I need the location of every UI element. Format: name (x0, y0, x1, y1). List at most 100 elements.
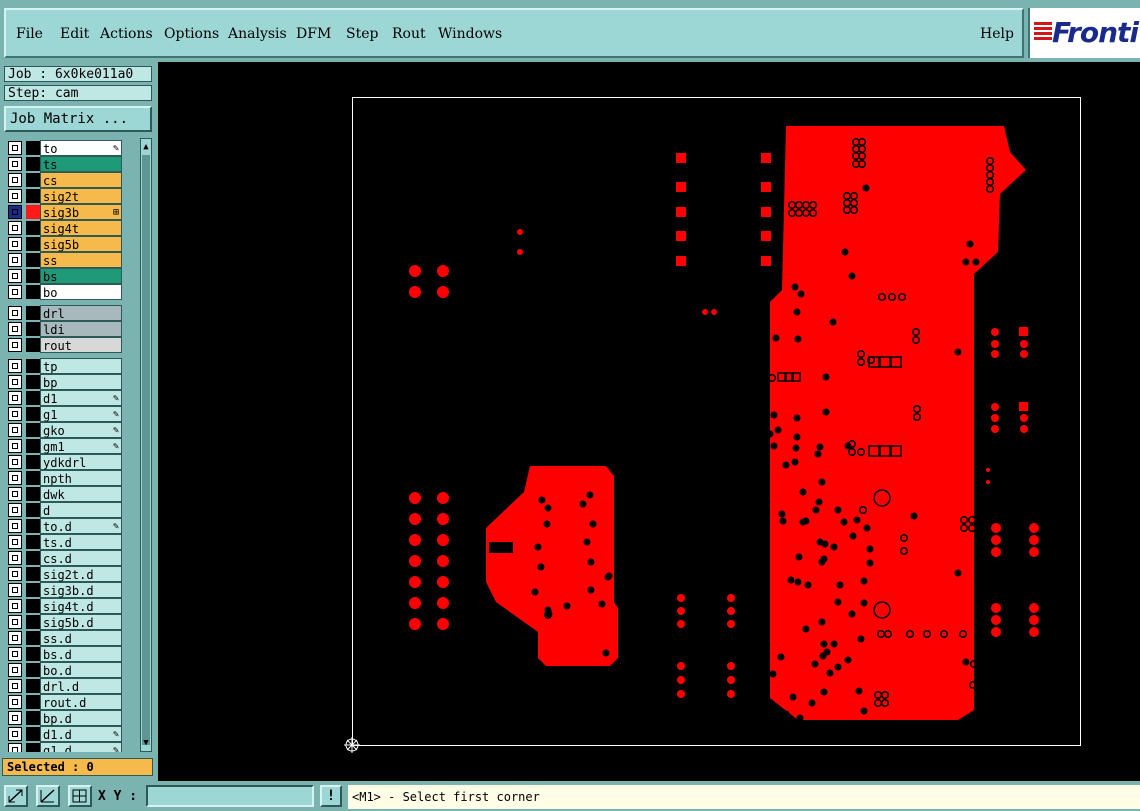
menu-help[interactable]: Help (980, 26, 1014, 42)
layer-row-to[interactable]: to ✎ (4, 140, 136, 156)
layer-row-drl-d[interactable]: drl.d (4, 678, 136, 694)
layer-checkbox[interactable] (8, 173, 22, 187)
layer-row-d[interactable]: d (4, 502, 136, 518)
layer-color-swatch[interactable] (26, 407, 40, 421)
layer-color-swatch[interactable] (26, 599, 40, 613)
layer-color-swatch[interactable] (26, 322, 40, 336)
layer-color-swatch[interactable] (26, 583, 40, 597)
scroll-down-icon[interactable]: ▼ (141, 737, 151, 749)
layer-color-swatch[interactable] (26, 253, 40, 267)
layer-checkbox[interactable] (8, 157, 22, 171)
layer-color-swatch[interactable] (26, 189, 40, 203)
layer-name[interactable]: ldi (40, 321, 122, 337)
layer-checkbox[interactable] (8, 487, 22, 501)
layer-color-swatch[interactable] (26, 487, 40, 501)
layer-checkbox[interactable] (8, 599, 22, 613)
layer-name[interactable]: sig3b.d (40, 582, 122, 598)
layer-color-swatch[interactable] (26, 173, 40, 187)
layer-row-gko[interactable]: gko ✎ (4, 422, 136, 438)
layer-name[interactable]: d1.d ✎ (40, 726, 122, 742)
layer-name[interactable]: npth (40, 470, 122, 486)
layer-name[interactable]: drl (40, 305, 122, 321)
layer-color-swatch[interactable] (26, 695, 40, 709)
layer-row-sig3b-d[interactable]: sig3b.d (4, 582, 136, 598)
layer-row-sig4t[interactable]: sig4t (4, 220, 136, 236)
layer-row-g1-d[interactable]: g1.d ✎ (4, 742, 136, 752)
menu-file[interactable]: File (16, 26, 43, 42)
layer-row-sig4t-d[interactable]: sig4t.d (4, 598, 136, 614)
layer-row-bs[interactable]: bs (4, 268, 136, 284)
layer-row-ydkdrl[interactable]: ydkdrl (4, 454, 136, 470)
board-view[interactable] (158, 62, 1140, 781)
xy-input[interactable] (146, 785, 314, 807)
layer-color-swatch[interactable] (26, 503, 40, 517)
layer-row-ss[interactable]: ss (4, 252, 136, 268)
layer-name[interactable]: to ✎ (40, 140, 122, 156)
layer-name[interactable]: cs (40, 172, 122, 188)
layer-name[interactable]: bs (40, 268, 122, 284)
menu-dfm[interactable]: DFM (296, 26, 331, 42)
layer-name[interactable]: drl.d (40, 678, 122, 694)
layer-checkbox[interactable] (8, 711, 22, 725)
layer-checkbox[interactable] (8, 695, 22, 709)
layer-color-swatch[interactable] (26, 306, 40, 320)
layer-row-g1[interactable]: g1 ✎ (4, 406, 136, 422)
layer-checkbox[interactable] (8, 338, 22, 352)
layer-color-swatch[interactable] (26, 519, 40, 533)
layer-checkbox[interactable] (8, 727, 22, 741)
layer-checkbox[interactable] (8, 535, 22, 549)
layer-color-swatch[interactable] (26, 439, 40, 453)
layer-row-npth[interactable]: npth (4, 470, 136, 486)
layer-row-dwk[interactable]: dwk (4, 486, 136, 502)
layer-row-tp[interactable]: tp (4, 358, 136, 374)
layer-checkbox[interactable] (8, 221, 22, 235)
layer-name[interactable]: g1 ✎ (40, 406, 122, 422)
layer-color-swatch[interactable] (26, 743, 40, 752)
layer-checkbox[interactable] (8, 237, 22, 251)
layer-name[interactable]: tp (40, 358, 122, 374)
layer-name[interactable]: gm1 ✎ (40, 438, 122, 454)
layer-row-bp[interactable]: bp (4, 374, 136, 390)
layer-row-gm1[interactable]: gm1 ✎ (4, 438, 136, 454)
layer-row-ldi[interactable]: ldi (4, 321, 136, 337)
layer-checkbox[interactable] (8, 423, 22, 437)
layer-color-swatch[interactable] (26, 535, 40, 549)
layer-checkbox[interactable] (8, 391, 22, 405)
layer-name[interactable]: sig5b.d (40, 614, 122, 630)
layer-color-swatch[interactable] (26, 711, 40, 725)
layer-row-sig5b-d[interactable]: sig5b.d (4, 614, 136, 630)
layer-checkbox[interactable] (8, 439, 22, 453)
layer-checkbox[interactable] (8, 141, 22, 155)
layer-color-swatch[interactable] (26, 237, 40, 251)
graphic-canvas[interactable] (158, 62, 1140, 781)
menu-step[interactable]: Step (346, 26, 378, 42)
scroll-thumb[interactable] (142, 155, 150, 745)
layer-checkbox[interactable] (8, 471, 22, 485)
layer-name[interactable]: ts (40, 156, 122, 172)
layer-checkbox[interactable] (8, 615, 22, 629)
layer-name[interactable]: cs.d (40, 550, 122, 566)
layer-checkbox[interactable] (8, 567, 22, 581)
layer-name[interactable]: sig5b (40, 236, 122, 252)
layer-color-swatch[interactable] (26, 647, 40, 661)
layer-checkbox[interactable] (8, 743, 22, 752)
layer-name[interactable]: sig2t (40, 188, 122, 204)
layer-checkbox[interactable] (8, 455, 22, 469)
layer-checkbox[interactable] (8, 253, 22, 267)
scroll-up-icon[interactable]: ▲ (141, 141, 151, 153)
layer-name[interactable]: ts.d (40, 534, 122, 550)
layer-color-swatch[interactable] (26, 285, 40, 299)
layer-checkbox[interactable] (8, 503, 22, 517)
layer-name[interactable]: ss (40, 252, 122, 268)
layer-row-bs-d[interactable]: bs.d (4, 646, 136, 662)
layer-row-sig5b[interactable]: sig5b (4, 236, 136, 252)
layer-name[interactable]: bs.d (40, 646, 122, 662)
layer-name[interactable]: bp.d (40, 710, 122, 726)
layer-color-swatch[interactable] (26, 338, 40, 352)
layer-checkbox[interactable] (8, 519, 22, 533)
layer-color-swatch[interactable] (26, 455, 40, 469)
layer-checkbox[interactable] (8, 407, 22, 421)
exclamation-button[interactable]: ! (320, 785, 342, 807)
layer-name[interactable]: bo (40, 284, 122, 300)
layer-row-cs-d[interactable]: cs.d (4, 550, 136, 566)
